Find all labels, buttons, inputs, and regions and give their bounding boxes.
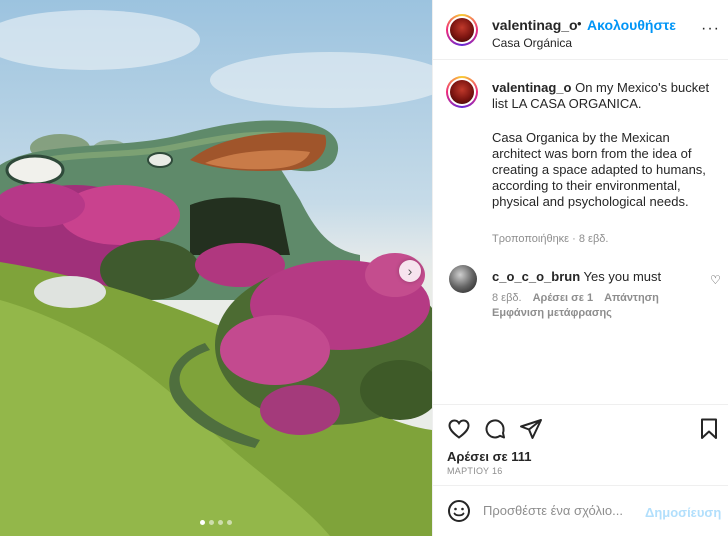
post-location[interactable]: Casa Orgánica [492,36,572,50]
separator-dot: • [577,16,582,31]
casa-organica-image [0,10,432,536]
carousel-dot [200,520,205,525]
comment-likes[interactable]: Αρέσει σε 1 [533,292,594,304]
carousel-dots [200,520,232,525]
follow-button[interactable]: Ακολουθήστε [587,17,676,33]
reply-button[interactable]: Απάντηση [604,292,659,304]
comment-input[interactable] [483,503,633,518]
comment-icon[interactable] [483,417,507,441]
caption-meta: Τροποποιήθηκε · 8 εβδ. [492,233,609,245]
heart-icon[interactable] [447,417,471,441]
post-username[interactable]: valentinag_o [492,17,578,33]
more-icon[interactable]: ··· [701,20,720,38]
post-photo[interactable]: › [0,0,432,536]
avatar[interactable] [446,14,478,46]
comment-text: Yes you must [583,269,662,284]
comment-username[interactable]: c_o_c_o_brun [492,269,580,284]
caption-avatar[interactable] [446,76,478,108]
comment-body: c_o_c_o_brun Yes you must [492,269,661,284]
add-comment-bar: Δημοσίευση [433,485,728,536]
carousel-dot [227,520,232,525]
carousel-dot [209,520,214,525]
comment-meta: 8 εβδ. Αρέσει σε 1 Απάντηση [492,292,659,304]
emoji-icon[interactable] [447,499,471,523]
comment-avatar[interactable] [449,265,477,293]
comment-age: 8 εβδ. [492,292,522,304]
post-date[interactable]: ΜΑΡΤΙΟΥ 16 [447,466,503,476]
post-sidebar: valentinag_o • Ακολουθήστε Casa Orgánica… [432,0,728,536]
caption-paragraph: Casa Organica by the Mexican architect w… [492,130,706,209]
chevron-right-icon: › [407,263,413,279]
comment-heart-icon[interactable]: ♡ [710,273,721,287]
post-comment-button[interactable]: Δημοσίευση [645,505,721,520]
caption-username[interactable]: valentinag_o [492,80,571,95]
carousel-dot [218,520,223,525]
caption-first-line: valentinag_o On my Mexico's bucket list … [492,80,712,112]
next-image-button[interactable]: › [399,260,421,282]
share-icon[interactable] [519,417,543,441]
see-translation-button[interactable]: Εμφάνιση μετάφρασης [492,307,612,319]
post-header: valentinag_o • Ακολουθήστε Casa Orgánica… [433,0,728,60]
likes-count[interactable]: Αρέσει σε 111 [447,449,532,464]
bookmark-icon[interactable] [697,417,721,441]
